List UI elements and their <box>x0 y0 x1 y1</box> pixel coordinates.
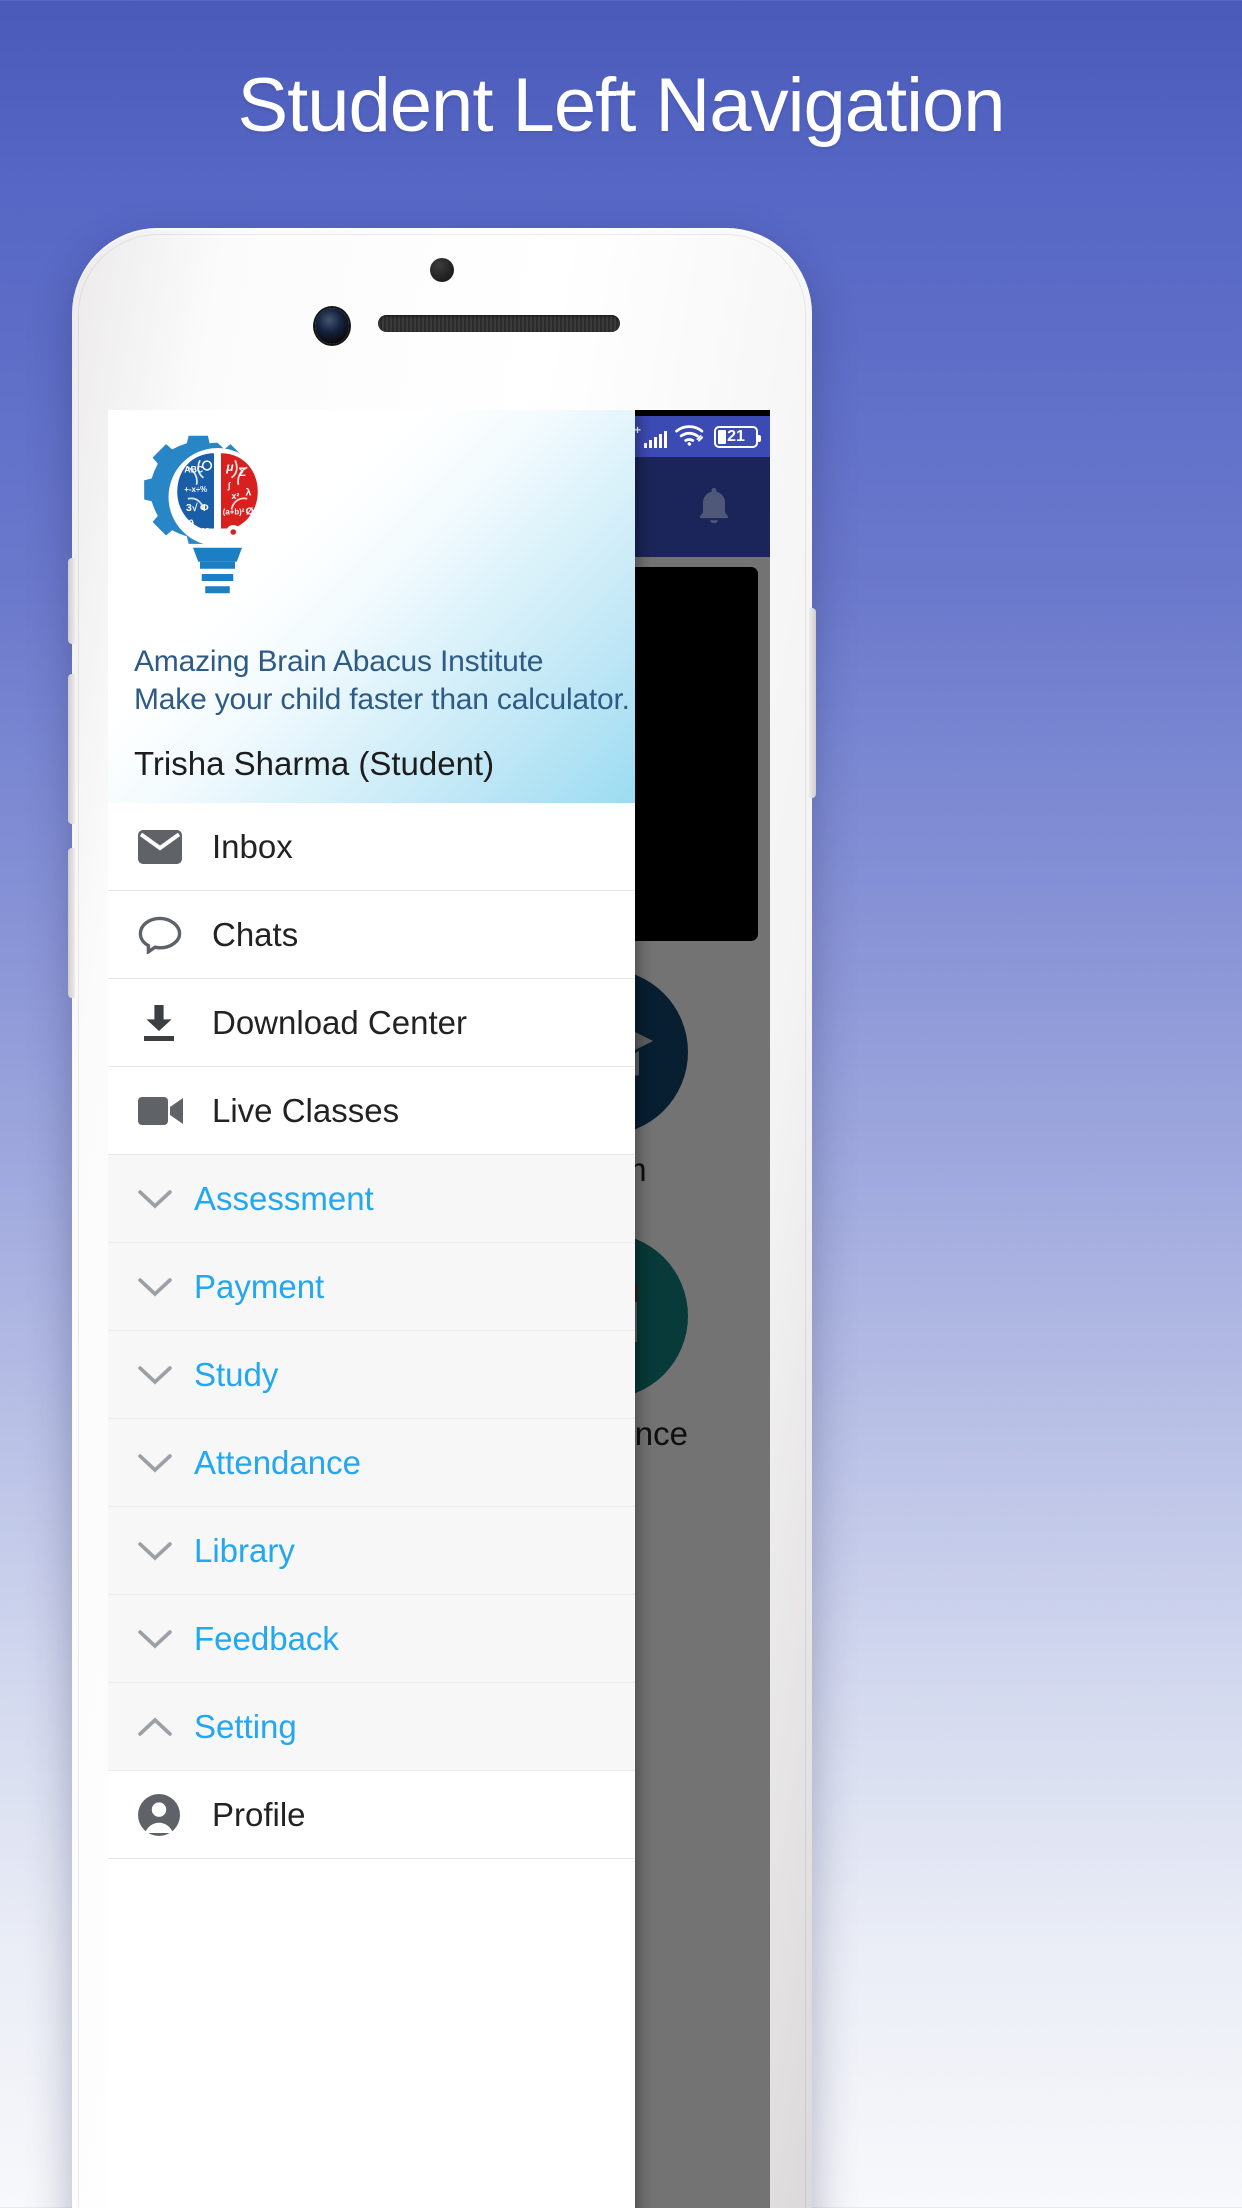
menu-label: Study <box>194 1355 279 1393</box>
menu-item-live-classes[interactable]: Live Classes <box>108 1067 635 1155</box>
video-camera-icon <box>138 1096 190 1126</box>
battery-icon: 21 <box>714 425 761 448</box>
menu-label: Download Center <box>212 1003 467 1041</box>
svg-text:123: 123 <box>197 527 211 536</box>
drawer-header: ABC +-x÷% 3√ Φ ϑ 123 μ Σ ∫ x² λ (a+b)² Ø… <box>108 410 635 803</box>
svg-text:Σ: Σ <box>239 465 246 479</box>
download-icon <box>138 1003 190 1043</box>
menu-item-profile[interactable]: Profile <box>108 1771 635 1859</box>
brand-name: Amazing Brain Abacus Institute <box>134 645 544 678</box>
person-icon <box>138 1793 190 1836</box>
chevron-down-icon <box>138 1453 178 1473</box>
chevron-up-icon <box>138 1717 178 1737</box>
menu-label: Inbox <box>212 827 293 865</box>
svg-text:(a+b)²: (a+b)² <box>223 508 245 517</box>
device-button-silent <box>68 558 75 644</box>
user-name: Trisha Sharma (Student) <box>134 745 495 782</box>
svg-text:x²: x² <box>232 491 240 501</box>
menu-label: Payment <box>194 1267 325 1305</box>
device-button-power <box>809 608 816 798</box>
menu-group-payment[interactable]: Payment <box>108 1243 635 1331</box>
menu-label: Feedback <box>194 1619 339 1657</box>
device-button-volume-down <box>68 848 75 998</box>
phone-screen: 11:18 PM ••• 1.2MB/s Vo <box>108 410 770 2208</box>
menu-group-feedback[interactable]: Feedback <box>108 1595 635 1683</box>
mail-icon <box>138 829 190 864</box>
menu-label: Library <box>194 1531 295 1569</box>
chevron-down-icon <box>138 1629 178 1649</box>
brain-lightbulb-gear-logo: ABC +-x÷% 3√ Φ ϑ 123 μ Σ ∫ x² λ (a+b)² Ø <box>108 432 635 637</box>
drawer-menu-list: Inbox Chats Download Center Live Classes… <box>108 803 635 1859</box>
wifi-icon <box>674 422 707 451</box>
menu-group-assessment[interactable]: Assessment <box>108 1155 635 1243</box>
phone-device-frame: 11:18 PM ••• 1.2MB/s Vo <box>68 228 816 2208</box>
chevron-down-icon <box>138 1365 178 1385</box>
chat-bubble-icon <box>138 916 190 954</box>
front-camera-icon <box>315 308 349 344</box>
chevron-down-icon <box>138 1541 178 1561</box>
svg-text:3√: 3√ <box>186 502 198 514</box>
proximity-sensor-icon <box>430 258 454 282</box>
menu-group-setting[interactable]: Setting <box>108 1683 635 1771</box>
menu-group-study[interactable]: Study <box>108 1331 635 1419</box>
menu-label: Attendance <box>194 1443 361 1481</box>
svg-text:Φ: Φ <box>200 502 209 514</box>
navigation-drawer: ABC +-x÷% 3√ Φ ϑ 123 μ Σ ∫ x² λ (a+b)² Ø… <box>108 410 635 2208</box>
menu-label: Live Classes <box>212 1091 400 1129</box>
svg-text:+-x÷%: +-x÷% <box>184 485 207 494</box>
svg-text:λ: λ <box>246 486 252 498</box>
menu-group-attendance[interactable]: Attendance <box>108 1419 635 1507</box>
chevron-down-icon <box>138 1277 178 1297</box>
svg-text:Ø: Ø <box>246 506 254 518</box>
brand-tagline: Make your child faster than calculator. <box>134 683 630 716</box>
menu-label: Profile <box>212 1795 306 1833</box>
svg-text:μ: μ <box>225 460 234 474</box>
menu-label: Assessment <box>194 1179 374 1217</box>
menu-item-chats[interactable]: Chats <box>108 891 635 979</box>
battery-percent-label: 21 <box>727 427 745 445</box>
menu-item-download-center[interactable]: Download Center <box>108 979 635 1067</box>
svg-text:ϑ: ϑ <box>188 518 195 530</box>
menu-label: Chats <box>212 915 299 953</box>
chevron-down-icon <box>138 1189 178 1209</box>
menu-item-inbox[interactable]: Inbox <box>108 803 635 891</box>
bell-icon[interactable] <box>692 483 736 531</box>
device-button-volume-up <box>68 674 75 824</box>
earpiece-speaker <box>378 315 620 332</box>
svg-text:ABC: ABC <box>184 465 204 475</box>
menu-label: Setting <box>194 1707 297 1745</box>
menu-group-library[interactable]: Library <box>108 1507 635 1595</box>
page-title: Student Left Navigation <box>237 63 1005 148</box>
